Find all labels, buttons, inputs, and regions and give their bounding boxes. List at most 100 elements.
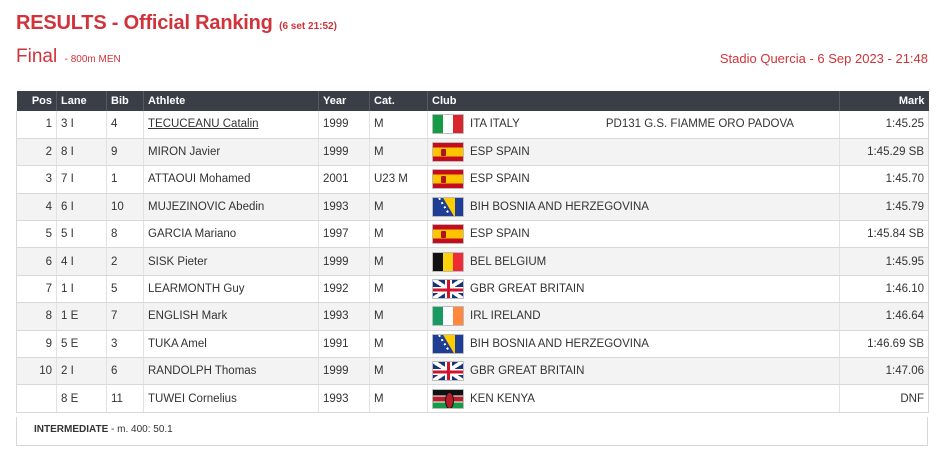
cell-athlete: ATTAOUI Mohamed — [143, 165, 319, 194]
cell-pos: 2 — [16, 138, 57, 167]
cell-athlete: TUWEI Cornelius — [143, 384, 319, 413]
cell-year: 2001 — [318, 165, 370, 194]
nation-name: BIH BOSNIA AND HERZEGOVINA — [470, 337, 649, 350]
nation-name: KEN KENYA — [470, 392, 535, 405]
cell-pos: 3 — [16, 165, 57, 194]
cell-bib: 10 — [106, 193, 144, 222]
cell-year: 1993 — [318, 302, 370, 331]
results-title: RESULTS - Official Ranking — [16, 12, 273, 34]
athlete-name: LEARMONTH Guy — [148, 283, 245, 296]
intermediate-times: INTERMEDIATE - m. 400: 50.1 — [16, 417, 928, 446]
cell-bib: 11 — [106, 384, 144, 413]
cell-bib: 6 — [106, 357, 144, 386]
nation-name: BEL BELGIUM — [470, 255, 547, 268]
cell-lane: 5 I — [56, 220, 107, 249]
cell-pos: 5 — [16, 220, 57, 249]
cell-mark: 1:45.79 — [839, 193, 929, 222]
flag-spain-icon — [432, 169, 464, 190]
cell-lane: 8 I — [56, 138, 107, 167]
cell-athlete: ENGLISH Mark — [143, 302, 319, 331]
athlete-name[interactable]: TECUCEANU Catalin — [148, 118, 259, 130]
cell-club: IRL IRELAND — [427, 302, 840, 331]
table-header-row: Pos Lane Bib Athlete Year Cat. Club Mark — [16, 91, 929, 111]
flag-great-britain-icon — [432, 361, 464, 382]
col-header-pos: Pos — [16, 91, 57, 111]
cell-cat: M — [369, 138, 428, 167]
cell-club: GBR GREAT BRITAIN — [427, 275, 840, 304]
flag-spain-icon — [432, 142, 464, 163]
nation-name: GBR GREAT BRITAIN — [470, 365, 585, 378]
flag-ireland-icon — [432, 306, 464, 327]
cell-cat: M — [369, 111, 428, 139]
athlete-name: GARCIA Mariano — [148, 228, 237, 241]
intermediate-label: INTERMEDIATE — [34, 424, 109, 435]
cell-year: 1997 — [318, 220, 370, 249]
nation-name: ESP SPAIN — [470, 173, 530, 186]
cell-cat: M — [369, 193, 428, 222]
cell-year: 1999 — [318, 357, 370, 386]
cell-athlete: TUKA Amel — [143, 330, 319, 359]
nation-name: IRL IRELAND — [470, 310, 541, 323]
cell-pos — [16, 384, 57, 413]
athlete-name: MIRON Javier — [148, 146, 221, 159]
cell-pos: 10 — [16, 357, 57, 386]
cell-year: 1999 — [318, 247, 370, 276]
table-row: 8 E 11 TUWEI Cornelius 1993 M KEN KENYA DNF — [16, 384, 929, 413]
cell-lane: 1 E — [56, 302, 107, 331]
cell-club: ESP SPAIN — [427, 220, 840, 249]
table-row: 55 I 8 GARCIA Mariano 1997 M ESP SPAIN 1:45.84… — [16, 220, 929, 249]
cell-mark: 1:45.95 — [839, 247, 929, 276]
nation-name: ITA ITALY — [470, 118, 520, 131]
cell-club: BEL BELGIUM — [427, 247, 840, 276]
cell-bib: 7 — [106, 302, 144, 331]
cell-athlete: MIRON Javier — [143, 138, 319, 167]
table-row: 28 I 9 MIRON Javier 1999 M ESP SPAIN 1:45.29 S… — [16, 138, 929, 167]
nation-name: BIH BOSNIA AND HERZEGOVINA — [470, 200, 649, 213]
table-row: 13 I 4 TECUCEANU Catalin 1999 M ITA ITALY PD13… — [16, 111, 929, 139]
cell-mark: 1:46.10 — [839, 275, 929, 304]
cell-lane: 2 I — [56, 357, 107, 386]
athlete-name: TUWEI Cornelius — [148, 392, 237, 405]
cell-club: BIH BOSNIA AND HERZEGOVINA — [427, 193, 840, 222]
cell-year: 1992 — [318, 275, 370, 304]
table-row: 71 I 5 LEARMONTH Guy 1992 M GBR GREAT BRITAIN… — [16, 275, 929, 304]
table-row: 46 I 10 MUJEZINOVIC Abedin 1993 M BIH BOSNIA … — [16, 193, 929, 222]
cell-pos: 9 — [16, 330, 57, 359]
cell-cat: M — [369, 275, 428, 304]
cell-athlete[interactable]: TECUCEANU Catalin — [143, 111, 319, 139]
cell-athlete: GARCIA Mariano — [143, 220, 319, 249]
cell-club: KEN KENYA — [427, 384, 840, 413]
cell-pos: 8 — [16, 302, 57, 331]
cell-lane: 3 I — [56, 111, 107, 139]
cell-lane: 6 I — [56, 193, 107, 222]
cell-lane: 4 I — [56, 247, 107, 276]
flag-kenya-icon — [432, 388, 464, 409]
cell-athlete: RANDOLPH Thomas — [143, 357, 319, 386]
flag-bosnia-icon — [432, 333, 464, 354]
cell-lane: 7 I — [56, 165, 107, 194]
col-header-mark: Mark — [839, 91, 929, 111]
results-table: Pos Lane Bib Athlete Year Cat. Club Mark… — [16, 91, 929, 413]
cell-athlete: MUJEZINOVIC Abedin — [143, 193, 319, 222]
cell-mark: 1:47.06 — [839, 357, 929, 386]
table-row: 95 E 3 TUKA Amel 1991 M BIH BOSNIA AND HERZEG… — [16, 330, 929, 359]
cell-cat: M — [369, 302, 428, 331]
cell-pos: 4 — [16, 193, 57, 222]
club-name: PD131 G.S. FIAMME ORO PADOVA — [605, 118, 794, 131]
page-title: RESULTS - Official Ranking (6 set 21:52) — [16, 12, 337, 35]
athlete-name: ATTAOUI Mohamed — [148, 173, 251, 186]
cell-mark: DNF — [839, 384, 929, 413]
cell-pos: 1 — [16, 111, 57, 139]
results-timestamp: (6 set 21:52) — [279, 21, 337, 32]
cell-year: 1991 — [318, 330, 370, 359]
nation-name: GBR GREAT BRITAIN — [470, 283, 585, 296]
cell-bib: 4 — [106, 111, 144, 139]
flag-bosnia-icon — [432, 196, 464, 217]
cell-pos: 7 — [16, 275, 57, 304]
cell-club: ITA ITALY PD131 G.S. FIAMME ORO PADOVA — [427, 111, 840, 139]
nation-name: ESP SPAIN — [470, 228, 530, 241]
table-row: 64 I 2 SISK Pieter 1999 M BEL BELGIUM 1:45.95 — [16, 247, 929, 276]
cell-club: BIH BOSNIA AND HERZEGOVINA — [427, 330, 840, 359]
cell-cat: M — [369, 357, 428, 386]
flag-great-britain-icon — [432, 279, 464, 300]
